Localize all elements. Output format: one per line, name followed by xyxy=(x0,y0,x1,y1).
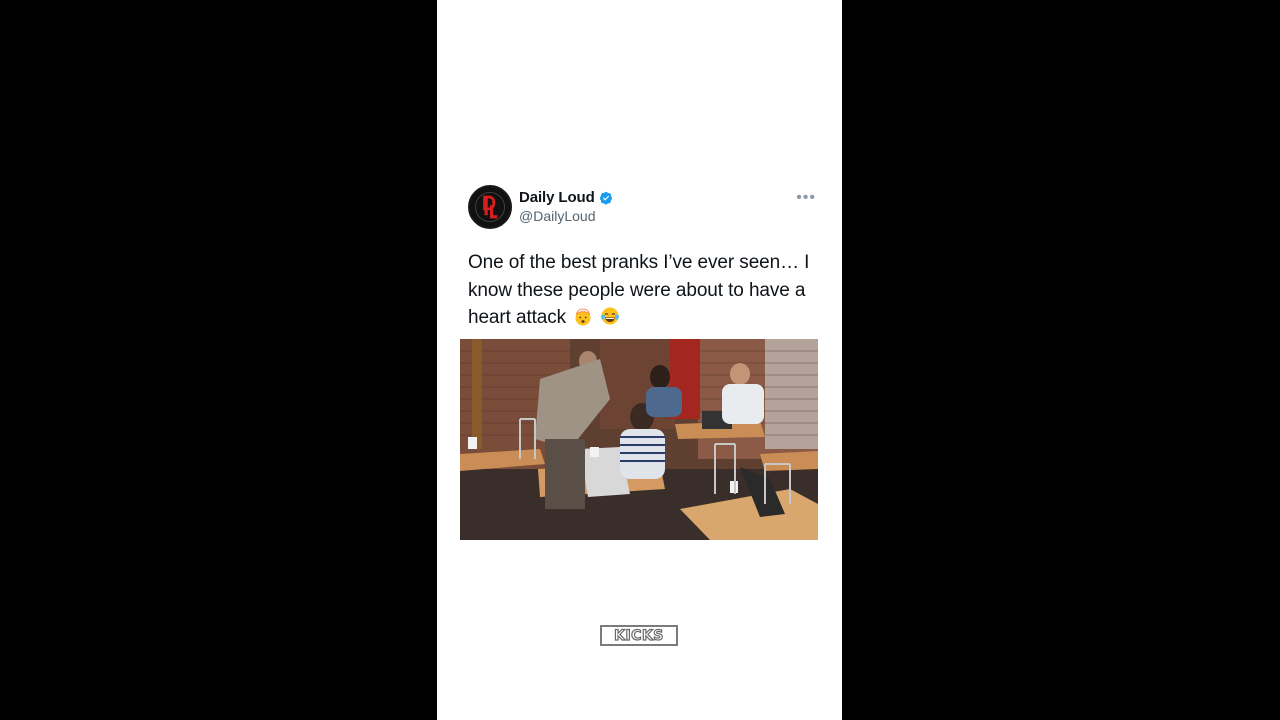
tweet-card: Daily Loud @DailyLoud ••• One of the bes… xyxy=(460,183,820,540)
user-handle[interactable]: @DailyLoud xyxy=(519,208,595,224)
vertical-video-frame: Daily Loud @DailyLoud ••• One of the bes… xyxy=(437,0,842,720)
tears-of-joy-emoji xyxy=(600,306,620,326)
daily-loud-logo-icon xyxy=(470,187,510,227)
video-stage: Daily Loud @DailyLoud ••• One of the bes… xyxy=(0,0,1280,720)
tweet-text: One of the best pranks I’ve ever seen… I… xyxy=(468,249,813,332)
avatar[interactable] xyxy=(468,185,512,229)
verified-badge-icon xyxy=(599,191,612,204)
name-row: Daily Loud xyxy=(519,189,613,206)
tweet-header: Daily Loud @DailyLoud ••• xyxy=(460,183,820,231)
exploding-head-emoji xyxy=(573,306,593,326)
kicks-watermark: KICKS xyxy=(600,625,678,646)
video-thumbnail[interactable] xyxy=(460,339,818,540)
tweet-text-body: One of the best pranks I’ve ever seen… I… xyxy=(468,252,810,328)
more-dots-icon[interactable]: ••• xyxy=(796,190,816,206)
cafe-scene-image xyxy=(460,339,818,540)
display-name[interactable]: Daily Loud xyxy=(519,189,595,206)
